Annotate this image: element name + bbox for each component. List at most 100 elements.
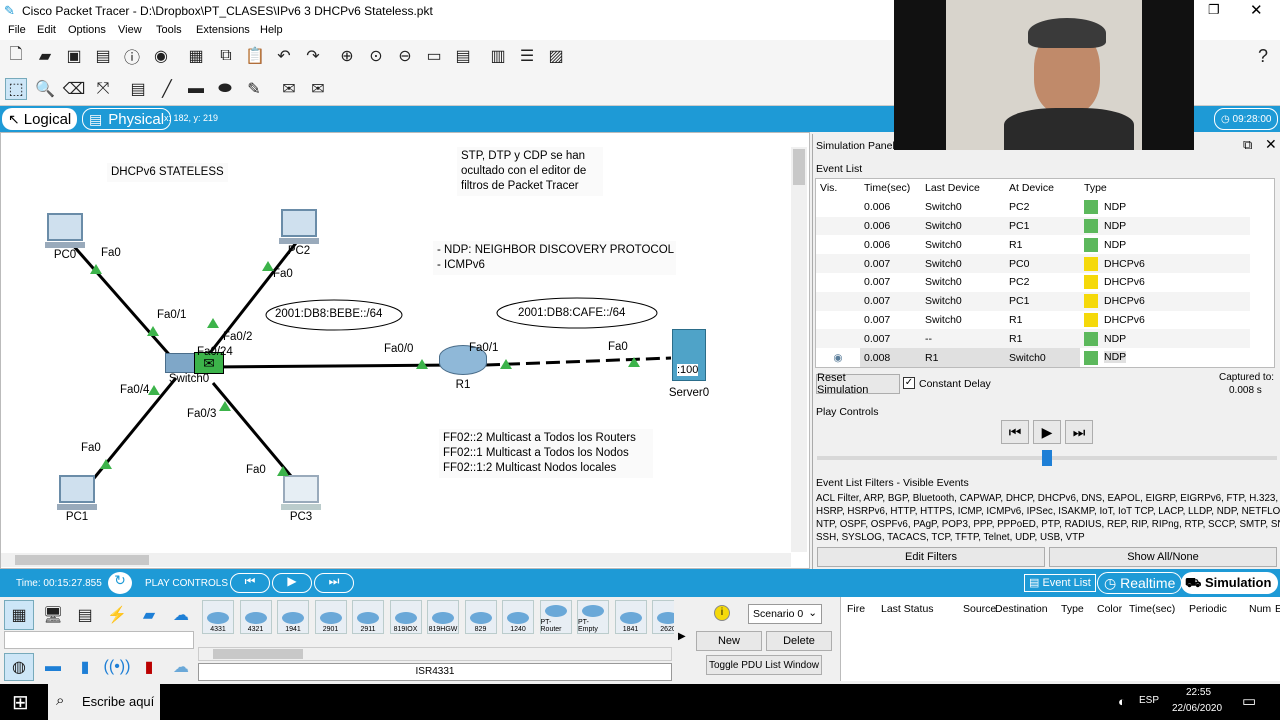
scenario-info-icon[interactable]: i [714,605,730,621]
freeform-icon[interactable]: ✎ [243,78,265,100]
device-dialog-icon[interactable]: ☰ [516,45,538,67]
menu-tools[interactable]: Tools [156,24,182,36]
undock-icon[interactable]: ⧉ [1243,137,1252,153]
pdu-column-header[interactable]: Last Status [881,603,934,615]
event-list-toggle[interactable]: ▤ Event List [1024,574,1096,592]
models-scrollbar[interactable] [198,647,672,661]
zoom-in-icon[interactable]: ⊕ [336,45,358,67]
delete-scenario-button[interactable]: Delete [766,631,832,651]
link-r1-server[interactable] [485,356,672,367]
device-server0[interactable]: :100 Server0 [661,329,717,399]
pdu-column-header[interactable]: Color [1097,603,1122,615]
scroll-thumb[interactable] [793,149,805,185]
print-icon[interactable]: ▤ [92,45,114,67]
pdu-column-header[interactable]: Fire [847,603,865,615]
reset-simulation-button[interactable]: Reset Simulation [816,372,900,396]
router-model-button[interactable]: 4321 [239,600,272,634]
pdu-column-header[interactable]: Periodic [1189,603,1227,615]
visibility-cell[interactable] [816,329,860,348]
constant-delay-checkbox[interactable]: ✓ [903,377,915,389]
play-status-button[interactable]: ▶ [272,573,312,593]
pdu-icon[interactable]: ▥ [487,45,509,67]
open-folder-icon[interactable]: ▰ [34,45,56,67]
scroll-thumb[interactable] [15,555,149,565]
rectangle-icon[interactable]: ▬ [185,78,207,100]
router-model-button[interactable]: 1240 [502,600,534,634]
tab-physical[interactable]: ▤ Physical [82,108,172,130]
visibility-cell[interactable] [816,292,860,311]
toggle-pdu-list-button[interactable]: Toggle PDU List Window [706,655,822,675]
visibility-cell[interactable] [816,198,860,217]
step-forward-status-button[interactable]: ⏭ [314,573,354,593]
network-icon[interactable]: ◐ [1118,694,1126,709]
activity-wizard-icon[interactable]: ▦ [185,45,207,67]
copy-icon[interactable]: ⧉ [215,45,237,67]
collapse-arrow-icon[interactable]: ▶ [678,631,686,642]
resize-icon[interactable]: ⤧ [92,78,114,100]
menu-view[interactable]: View [118,24,142,36]
router-model-button[interactable]: 2620 [652,600,674,634]
menu-extensions[interactable]: Extensions [196,24,250,36]
note-stp[interactable]: STP, DTP y CDP se han ocultado con el ed… [457,147,603,196]
clock-date[interactable]: 22/06/2020 [1172,703,1222,714]
eye-icon[interactable]: ◉ [816,348,860,367]
device-pc3[interactable]: PC3 [279,475,323,523]
menu-options[interactable]: Options [68,24,106,36]
event-row[interactable]: 0.007 Switch0 R1 DHCPv6 [816,311,1250,330]
router-model-button[interactable]: 1841 [614,600,647,634]
paste-icon[interactable]: 📋 [244,45,266,67]
router-model-button[interactable]: PT-Router [539,600,572,634]
restore-icon[interactable]: ❐ [1208,2,1220,18]
info-icon[interactable]: ⓘ [121,45,143,67]
event-row[interactable]: 0.007 Switch0 PC2 DHCPv6 [816,273,1250,292]
misc-icon[interactable]: ▰ [134,600,164,630]
scroll-thumb[interactable] [213,649,303,659]
device-pc1[interactable]: PC1 [55,475,99,523]
security-icon[interactable]: ▮ [134,653,164,681]
zoom-reset-icon[interactable]: ⊙ [365,45,387,67]
column-header[interactable]: At Device [1005,179,1080,198]
column-header[interactable]: Vis. [816,179,860,198]
simple-pdu-icon[interactable]: ✉ [278,78,300,100]
inspect-icon[interactable]: 🔍 [34,78,56,100]
image-icon[interactable]: ▨ [545,45,567,67]
menu-edit[interactable]: Edit [37,24,56,36]
playback-speed-slider[interactable] [817,450,1277,466]
link-pc0-switch[interactable] [69,242,183,369]
topology-title[interactable]: DHCPv6 STATELESS [107,163,228,182]
step-forward-button[interactable]: ⏭ [1065,420,1093,444]
pdu-list[interactable]: Fire Last Status Source Destination Type Colo… [840,597,1280,681]
realtime-mode-button[interactable]: ◷ Realtime [1097,572,1183,594]
clock-time[interactable]: 22:55 [1186,687,1211,698]
end-devices-icon[interactable]: 🖥 [38,600,68,630]
step-back-status-button[interactable]: ⏮ [230,573,270,593]
router-model-button[interactable]: 2911 [352,600,384,634]
routers-icon[interactable]: ◍ [4,653,34,681]
taskbar-search-box[interactable]: ⌕ Escribe aquí [48,684,160,720]
router-model-button[interactable]: 829 [464,600,497,634]
network-devices-icon[interactable]: ▦ [4,600,34,630]
language-indicator[interactable]: ESP [1139,695,1159,706]
event-row[interactable]: 0.007 -- R1 NDP [816,329,1250,349]
step-back-button[interactable]: ⏮ [1001,420,1029,444]
ellipse-icon[interactable]: ⬬ [214,78,236,100]
notification-icon[interactable]: ▭ [1242,692,1256,710]
note-multicast[interactable]: FF02::2 Multicast a Todos los Routers FF… [439,429,653,478]
network-info-icon[interactable]: ◉ [150,45,172,67]
reset-time-icon[interactable]: ↻ [108,572,132,594]
wireless-icon[interactable]: ((•)) [102,653,132,681]
note-icon[interactable]: ▤ [127,78,149,100]
clock-display[interactable]: ◷ 09:28:00 [1214,108,1278,130]
event-row[interactable]: 0.006 Switch0 R1 NDP [816,235,1250,254]
event-row[interactable]: 0.007 Switch0 PC1 DHCPv6 [816,291,1250,311]
close-icon[interactable]: ✕ [1250,1,1263,19]
wan-emulation-icon[interactable]: ☁ [166,653,196,681]
router-model-button[interactable]: PT-Empty [577,600,609,634]
pdu-column-header[interactable]: Type [1061,603,1084,615]
play-button[interactable]: ▶ [1033,420,1061,444]
custom-device-icon[interactable]: ▤ [452,45,474,67]
horizontal-scrollbar[interactable] [1,553,791,567]
delete-icon[interactable]: ⌫ [63,78,86,100]
device-pc2[interactable]: PC2 [277,209,321,257]
switches-icon[interactable]: ▬ [38,653,68,681]
